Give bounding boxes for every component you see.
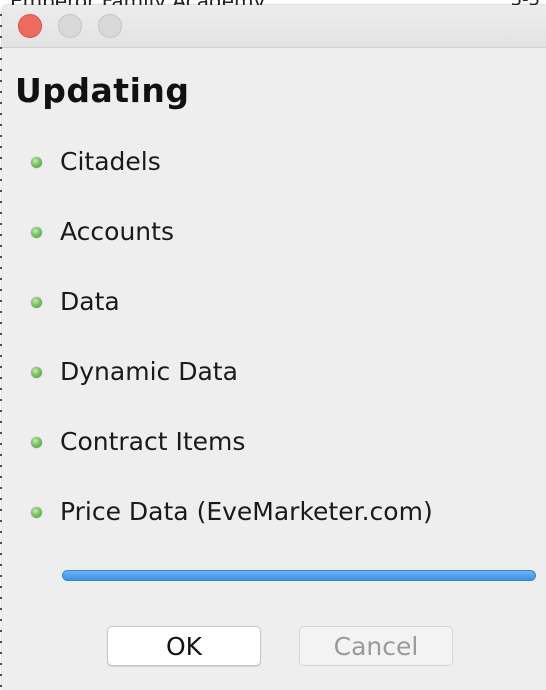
status-led-icon [31, 437, 42, 448]
update-progress-bar [62, 570, 536, 581]
task-item-data: Data [2, 275, 546, 345]
minimize-window-icon [58, 14, 82, 38]
task-label: Dynamic Data [60, 357, 238, 386]
progress-fill [63, 571, 535, 580]
status-led-icon [31, 297, 42, 308]
task-label: Price Data (EveMarketer.com) [60, 497, 433, 526]
status-led-icon [31, 227, 42, 238]
maximize-window-icon [98, 14, 122, 38]
update-dialog: Updating Citadels Accounts Data Dynamic … [2, 5, 546, 690]
task-item-citadels: Citadels [2, 135, 546, 205]
task-item-price-data: Price Data (EveMarketer.com) [2, 485, 546, 555]
task-item-dynamic-data: Dynamic Data [2, 345, 546, 415]
close-window-icon[interactable] [18, 14, 42, 38]
task-label: Contract Items [60, 427, 246, 456]
task-label: Data [60, 287, 120, 316]
update-task-list: Citadels Accounts Data Dynamic Data Cont… [2, 135, 546, 555]
status-led-icon [31, 157, 42, 168]
task-item-contract-items: Contract Items [2, 415, 546, 485]
status-led-icon [31, 367, 42, 378]
title-bar[interactable] [2, 5, 546, 48]
task-item-accounts: Accounts [2, 205, 546, 275]
dialog-heading: Updating [15, 71, 190, 110]
cancel-button[interactable]: Cancel [299, 626, 453, 666]
ok-button[interactable]: OK [107, 626, 261, 666]
task-label: Citadels [60, 147, 161, 176]
task-label: Accounts [60, 217, 174, 246]
status-led-icon [31, 507, 42, 518]
